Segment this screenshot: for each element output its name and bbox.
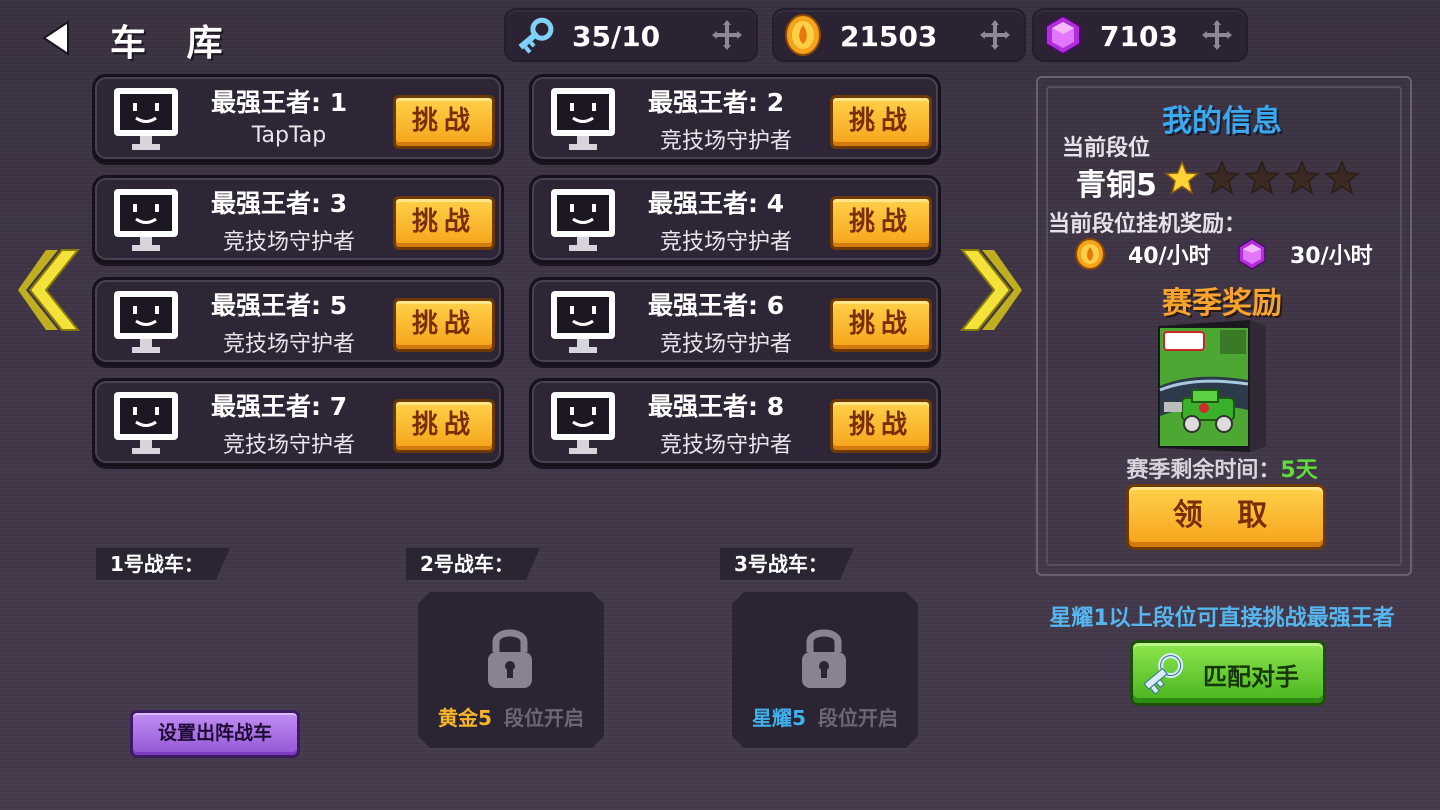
opponent-subtitle: 竞技场守护者 <box>222 433 355 458</box>
season-days: 5天 <box>1280 458 1318 483</box>
monitor-avatar-icon <box>114 189 178 251</box>
monitor-avatar-icon <box>114 88 178 150</box>
opponent-card: 最强王者: 3 竞技场守护者 挑战 <box>92 175 504 263</box>
slot-3-label: 3号战车： <box>720 548 854 580</box>
slot-2-requirement: 黄金5 段位开启 <box>418 702 604 731</box>
coin-icon <box>1075 238 1105 270</box>
opponent-card: 最强王者: 8 竞技场守护者 挑战 <box>529 378 941 466</box>
lock-icon <box>796 622 852 692</box>
slot-2-label: 2号战车： <box>406 548 540 580</box>
opponent-card: 最强王者: 4 竞技场守护者 挑战 <box>529 175 941 263</box>
gem-count: 7103 <box>1100 20 1178 53</box>
claim-button[interactable]: 领 取 <box>1126 484 1326 550</box>
star-empty-icon <box>1204 160 1240 195</box>
coin-icon <box>785 14 821 56</box>
slot-1-label: 1号战车： <box>96 548 230 580</box>
challenge-button[interactable]: 挑战 <box>393 196 495 250</box>
set-deploy-tank-button[interactable]: 设置出阵战车 <box>130 710 300 758</box>
opponent-subtitle: 竞技场守护者 <box>222 332 355 357</box>
monitor-avatar-icon <box>551 189 615 251</box>
opponent-card: 最强王者: 2 竞技场守护者 挑战 <box>529 74 941 162</box>
rank-stars <box>1164 160 1360 196</box>
toy-car-box-prize-icon <box>1158 320 1266 452</box>
challenge-button[interactable]: 挑战 <box>393 298 495 352</box>
tank-slot-3-locked[interactable]: 星耀5 段位开启 <box>732 592 918 748</box>
star-empty-icon <box>1244 160 1280 195</box>
add-coins-plus-icon[interactable] <box>980 20 1010 50</box>
challenge-button[interactable]: 挑战 <box>393 95 495 149</box>
opponent-subtitle: 竞技场守护者 <box>659 332 792 357</box>
opponent-subtitle: 竞技场守护者 <box>222 230 355 255</box>
key-icon <box>1143 653 1184 695</box>
challenge-button[interactable]: 挑战 <box>830 196 932 250</box>
challenge-button[interactable]: 挑战 <box>830 95 932 149</box>
challenge-button[interactable]: 挑战 <box>830 298 932 352</box>
gem-icon <box>1238 238 1266 270</box>
match-opponent-button[interactable]: 匹配对手 <box>1130 640 1326 706</box>
coin-rate: 40/小时 <box>1128 244 1211 269</box>
match-button-label: 匹配对手 <box>1203 663 1299 691</box>
opponent-card: 最强王者: 6 竞技场守护者 挑战 <box>529 277 941 365</box>
coin-counter: 21503 <box>772 8 1026 62</box>
lock-icon <box>482 622 538 692</box>
opponent-name: 最强王者: 8 <box>648 392 785 421</box>
slot-2-required-rank: 黄金5 <box>438 706 492 730</box>
opponent-name: 最强王者: 1 <box>211 88 348 117</box>
back-arrow-icon <box>42 20 69 56</box>
gem-icon <box>1045 14 1081 56</box>
opponent-subtitle: 竞技场守护者 <box>659 230 792 255</box>
page-title: 车 库 <box>110 23 237 64</box>
coin-rate-row: 40/小时 <box>1074 236 1211 272</box>
gem-counter: 7103 <box>1032 8 1248 62</box>
season-time-label: 赛季剩余时间： <box>1126 458 1281 483</box>
monitor-avatar-icon <box>114 291 178 353</box>
coin-count: 21503 <box>840 20 938 53</box>
star-empty-icon <box>1324 160 1360 195</box>
rank-label: 当前段位 <box>1062 136 1151 161</box>
slot-3-required-rank: 星耀5 <box>752 706 806 730</box>
tank-slot-2-locked[interactable]: 黄金5 段位开启 <box>418 592 604 748</box>
idle-reward-label: 当前段位挂机奖励： <box>1048 212 1247 237</box>
opponent-name: 最强王者: 7 <box>211 392 348 421</box>
opponent-subtitle: TapTap <box>251 123 327 148</box>
key-icon <box>518 17 554 54</box>
current-rank: 青铜5 <box>1076 168 1157 203</box>
opponent-card: 最强王者: 5 竞技场守护者 挑战 <box>92 277 504 365</box>
opponent-subtitle: 竞技场守护者 <box>659 129 792 154</box>
gem-rate-row: 30/小时 <box>1236 236 1373 272</box>
gem-rate: 30/小时 <box>1290 244 1373 269</box>
opponent-name: 最强王者: 4 <box>648 189 785 218</box>
next-page-chevron-icon[interactable] <box>958 248 1022 332</box>
opponent-name: 最强王者: 5 <box>211 291 348 320</box>
challenge-button[interactable]: 挑战 <box>830 399 932 453</box>
opponent-name: 最强王者: 2 <box>648 88 785 117</box>
slot-3-requirement: 星耀5 段位开启 <box>732 702 918 731</box>
monitor-avatar-icon <box>551 291 615 353</box>
key-count: 35/10 <box>572 20 661 53</box>
opponent-name: 最强王者: 3 <box>211 189 348 218</box>
opponent-card: 最强王者: 7 竞技场守护者 挑战 <box>92 378 504 466</box>
season-time-remaining: 赛季剩余时间：5天 <box>1036 452 1408 484</box>
back-button[interactable] <box>38 18 78 58</box>
add-gems-plus-icon[interactable] <box>1202 20 1232 50</box>
key-counter: 35/10 <box>504 8 758 62</box>
opponent-name: 最强王者: 6 <box>648 291 785 320</box>
star-filled-icon <box>1164 160 1200 195</box>
prev-page-chevron-icon[interactable] <box>18 248 82 332</box>
add-keys-plus-icon[interactable] <box>712 20 742 50</box>
monitor-avatar-icon <box>551 392 615 454</box>
challenge-hint: 星耀1以上段位可直接挑战最强王者 <box>1049 606 1395 631</box>
slot-2-unlock-text: 段位开启 <box>503 706 584 730</box>
slot-3-unlock-text: 段位开启 <box>817 706 898 730</box>
monitor-avatar-icon <box>114 392 178 454</box>
challenge-button[interactable]: 挑战 <box>393 399 495 453</box>
opponent-subtitle: 竞技场守护者 <box>659 433 792 458</box>
opponent-card: 最强王者: 1 TapTap 挑战 <box>92 74 504 162</box>
monitor-avatar-icon <box>551 88 615 150</box>
star-empty-icon <box>1284 160 1320 195</box>
